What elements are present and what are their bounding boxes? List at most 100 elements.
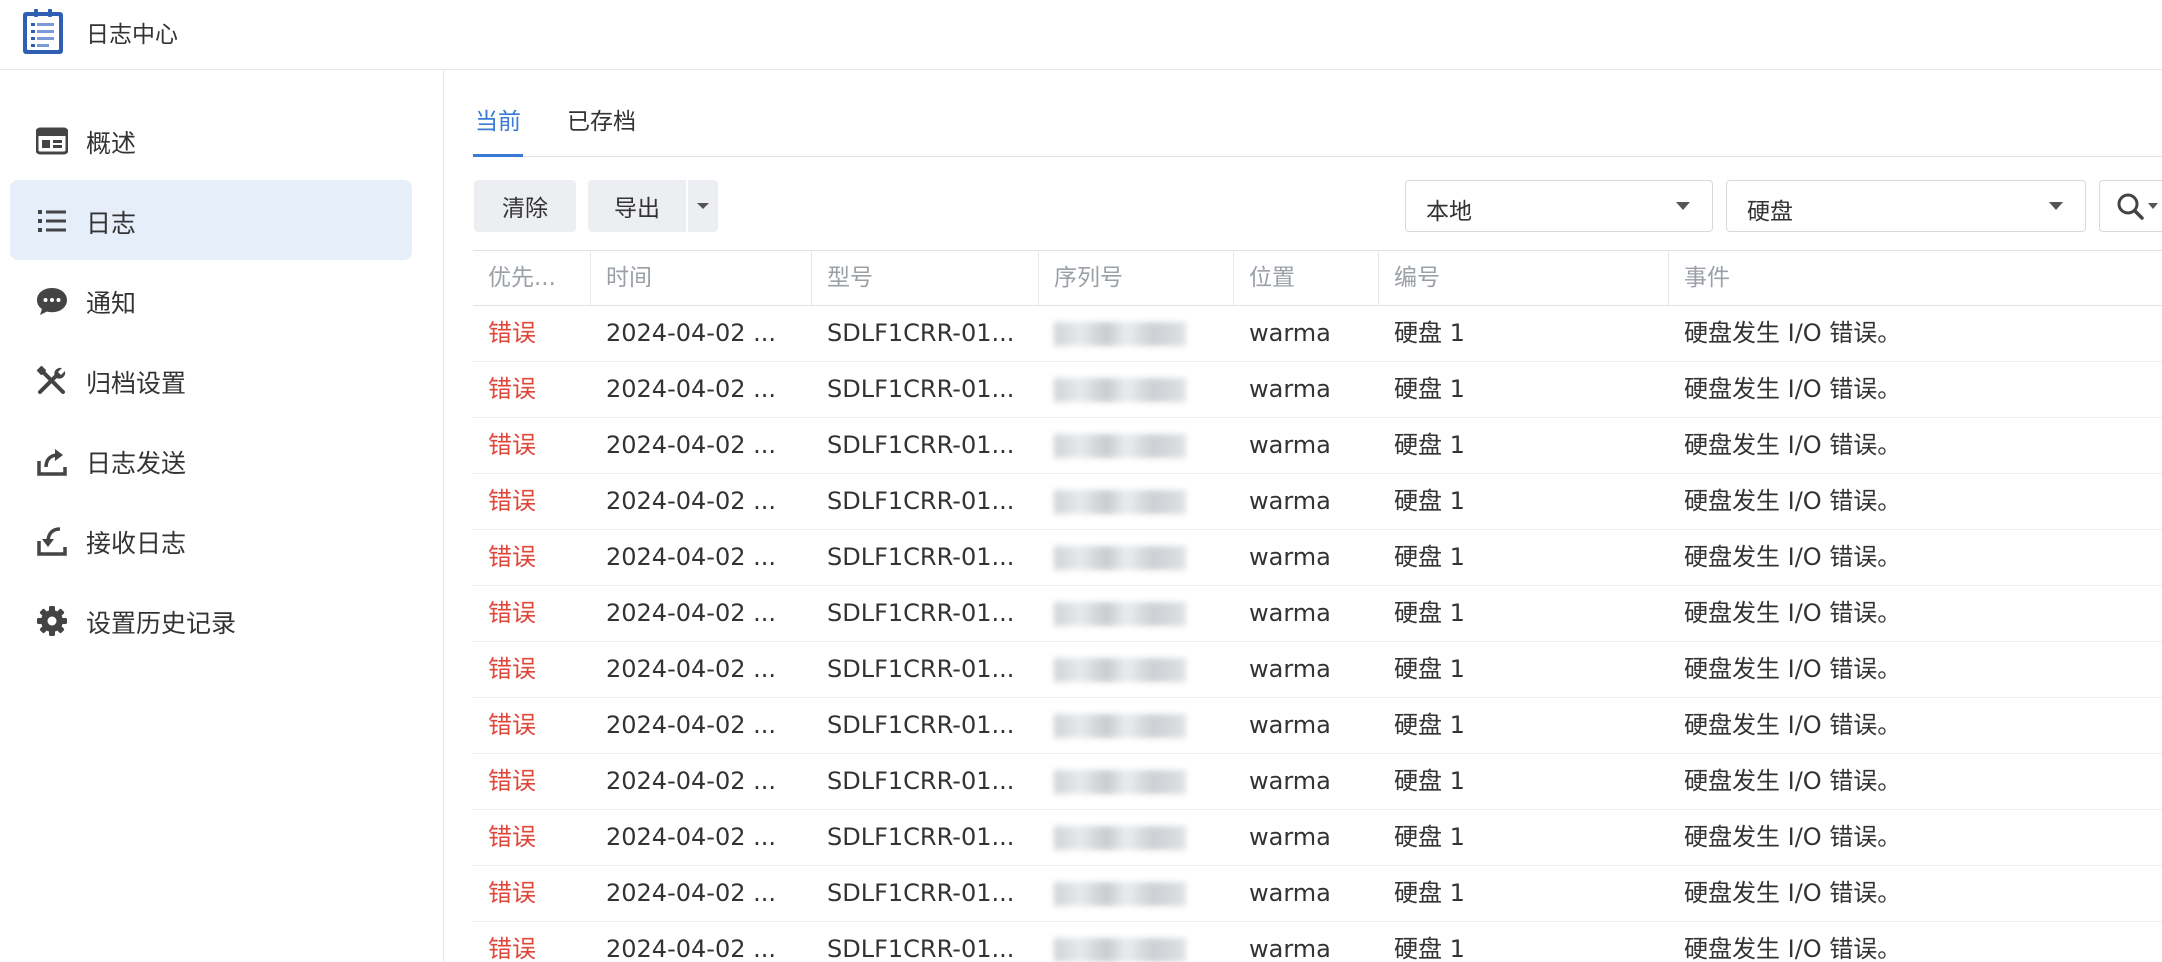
log-type-select[interactable]: 硬盘 bbox=[1726, 180, 2086, 232]
main-panel: 当前 已存档 清除 导出 本地 硬盘 优先... 时间 型号 序列号 位置 编号… bbox=[444, 70, 2162, 962]
model-cell: SDLF1CRR-01... bbox=[827, 375, 1015, 403]
gear-icon bbox=[36, 605, 68, 637]
export-button[interactable]: 导出 bbox=[588, 180, 686, 232]
event-cell: 硬盘发生 I/O 错误。 bbox=[1684, 487, 1902, 515]
location-cell: warma bbox=[1249, 431, 1331, 459]
redacted-serial bbox=[1054, 546, 1186, 570]
time-cell: 2024-04-02 ... bbox=[606, 767, 776, 795]
time-cell: 2024-04-02 ... bbox=[606, 711, 776, 739]
model-cell: SDLF1CRR-01... bbox=[827, 767, 1015, 795]
location-cell: warma bbox=[1249, 767, 1331, 795]
location-cell: warma bbox=[1249, 599, 1331, 627]
column-header-priority[interactable]: 优先... bbox=[473, 251, 591, 305]
serial-cell bbox=[1039, 754, 1234, 809]
event-cell: 硬盘发生 I/O 错误。 bbox=[1684, 431, 1902, 459]
location-cell: warma bbox=[1249, 319, 1331, 347]
table-row[interactable]: 错误 2024-04-02 ... SDLF1CRR-01... warma 硬盘 1 硬… bbox=[473, 922, 2162, 962]
overview-icon bbox=[36, 125, 68, 157]
app-title: 日志中心 bbox=[86, 22, 178, 48]
sidebar: 概述 日志 通知 归档设置 日志发送 接收日志 设置历史记录 bbox=[0, 70, 444, 962]
model-cell: SDLF1CRR-01... bbox=[827, 487, 1015, 515]
tab-current[interactable]: 当前 bbox=[475, 102, 521, 136]
event-cell: 硬盘发生 I/O 错误。 bbox=[1684, 823, 1902, 851]
location-cell: warma bbox=[1249, 375, 1331, 403]
number-cell: 硬盘 1 bbox=[1394, 487, 1465, 515]
model-cell: SDLF1CRR-01... bbox=[827, 655, 1015, 683]
table-row[interactable]: 错误 2024-04-02 ... SDLF1CRR-01... warma 硬盘 1 硬… bbox=[473, 866, 2162, 922]
sidebar-item-overview[interactable]: 概述 bbox=[10, 100, 412, 180]
sidebar-item-label: 日志 bbox=[86, 209, 137, 238]
chevron-down-icon bbox=[2049, 202, 2063, 210]
upload-icon bbox=[36, 445, 68, 477]
priority-cell: 错误 bbox=[488, 431, 536, 459]
table-row[interactable]: 错误 2024-04-02 ... SDLF1CRR-01... warma 硬盘 1 硬… bbox=[473, 642, 2162, 698]
download-icon bbox=[36, 525, 68, 557]
active-tab-indicator bbox=[473, 154, 523, 157]
tab-archived[interactable]: 已存档 bbox=[567, 102, 636, 136]
model-cell: SDLF1CRR-01... bbox=[827, 823, 1015, 851]
table-header: 优先... 时间 型号 序列号 位置 编号 事件 bbox=[473, 250, 2162, 306]
table-row[interactable]: 错误 2024-04-02 ... SDLF1CRR-01... warma 硬盘 1 硬… bbox=[473, 418, 2162, 474]
redacted-serial bbox=[1054, 826, 1186, 850]
serial-cell bbox=[1039, 362, 1234, 417]
sidebar-item-receive-logs[interactable]: 接收日志 bbox=[10, 500, 412, 580]
event-cell: 硬盘发生 I/O 错误。 bbox=[1684, 767, 1902, 795]
table-row[interactable]: 错误 2024-04-02 ... SDLF1CRR-01... warma 硬盘 1 硬… bbox=[473, 810, 2162, 866]
table-row[interactable]: 错误 2024-04-02 ... SDLF1CRR-01... warma 硬盘 1 硬… bbox=[473, 362, 2162, 418]
redacted-serial bbox=[1054, 434, 1186, 458]
sidebar-item-logs[interactable]: 日志 bbox=[10, 180, 412, 260]
event-cell: 硬盘发生 I/O 错误。 bbox=[1684, 543, 1902, 571]
location-cell: warma bbox=[1249, 655, 1331, 683]
serial-cell bbox=[1039, 418, 1234, 473]
priority-cell: 错误 bbox=[488, 487, 536, 515]
clear-button[interactable]: 清除 bbox=[474, 180, 576, 232]
redacted-serial bbox=[1054, 658, 1186, 682]
location-cell: warma bbox=[1249, 935, 1331, 962]
sidebar-item-archive-settings[interactable]: 归档设置 bbox=[10, 340, 412, 420]
column-header-number[interactable]: 编号 bbox=[1379, 251, 1669, 305]
table-row[interactable]: 错误 2024-04-02 ... SDLF1CRR-01... warma 硬盘 1 硬… bbox=[473, 698, 2162, 754]
number-cell: 硬盘 1 bbox=[1394, 431, 1465, 459]
column-header-model[interactable]: 型号 bbox=[812, 251, 1039, 305]
number-cell: 硬盘 1 bbox=[1394, 599, 1465, 627]
export-menu-button[interactable] bbox=[688, 180, 718, 232]
column-header-location[interactable]: 位置 bbox=[1234, 251, 1379, 305]
column-header-time[interactable]: 时间 bbox=[591, 251, 812, 305]
event-cell: 硬盘发生 I/O 错误。 bbox=[1684, 319, 1902, 347]
location-cell: warma bbox=[1249, 711, 1331, 739]
source-select-value: 本地 bbox=[1426, 199, 1472, 225]
tools-icon bbox=[36, 365, 68, 397]
priority-cell: 错误 bbox=[488, 879, 536, 907]
source-select[interactable]: 本地 bbox=[1405, 180, 1713, 232]
table-row[interactable]: 错误 2024-04-02 ... SDLF1CRR-01... warma 硬盘 1 硬… bbox=[473, 586, 2162, 642]
table-row[interactable]: 错误 2024-04-02 ... SDLF1CRR-01... warma 硬盘 1 硬… bbox=[473, 754, 2162, 810]
serial-cell bbox=[1039, 866, 1234, 921]
serial-cell bbox=[1039, 586, 1234, 641]
serial-cell bbox=[1039, 698, 1234, 753]
sidebar-item-notifications[interactable]: 通知 bbox=[10, 260, 412, 340]
model-cell: SDLF1CRR-01... bbox=[827, 543, 1015, 571]
sidebar-item-label: 归档设置 bbox=[86, 369, 187, 398]
priority-cell: 错误 bbox=[488, 767, 536, 795]
model-cell: SDLF1CRR-01... bbox=[827, 935, 1015, 962]
sidebar-item-settings-history[interactable]: 设置历史记录 bbox=[10, 580, 412, 660]
sidebar-item-label: 日志发送 bbox=[86, 449, 187, 478]
number-cell: 硬盘 1 bbox=[1394, 767, 1465, 795]
number-cell: 硬盘 1 bbox=[1394, 711, 1465, 739]
location-cell: warma bbox=[1249, 879, 1331, 907]
location-cell: warma bbox=[1249, 823, 1331, 851]
table-row[interactable]: 错误 2024-04-02 ... SDLF1CRR-01... warma 硬盘 1 硬… bbox=[473, 306, 2162, 362]
column-header-serial[interactable]: 序列号 bbox=[1039, 251, 1234, 305]
table-row[interactable]: 错误 2024-04-02 ... SDLF1CRR-01... warma 硬盘 1 硬… bbox=[473, 530, 2162, 586]
time-cell: 2024-04-02 ... bbox=[606, 487, 776, 515]
model-cell: SDLF1CRR-01... bbox=[827, 599, 1015, 627]
search-button[interactable] bbox=[2099, 180, 2162, 232]
number-cell: 硬盘 1 bbox=[1394, 823, 1465, 851]
model-cell: SDLF1CRR-01... bbox=[827, 431, 1015, 459]
table-row[interactable]: 错误 2024-04-02 ... SDLF1CRR-01... warma 硬盘 1 硬… bbox=[473, 474, 2162, 530]
sidebar-item-log-sending[interactable]: 日志发送 bbox=[10, 420, 412, 500]
event-cell: 硬盘发生 I/O 错误。 bbox=[1684, 935, 1902, 962]
column-header-event[interactable]: 事件 bbox=[1669, 251, 2162, 305]
serial-cell bbox=[1039, 530, 1234, 585]
sidebar-item-label: 设置历史记录 bbox=[86, 609, 237, 638]
